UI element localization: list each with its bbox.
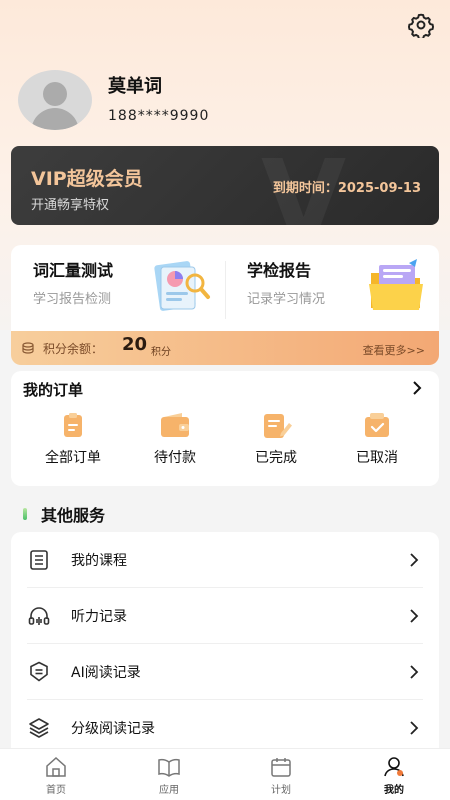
profile-section[interactable]: 莫单词 188****9990 — [18, 70, 209, 130]
bottom-tab-bar: 首页 应用 计划 我的 — [0, 748, 450, 800]
ai-reading-icon — [30, 661, 48, 682]
profile-icon — [384, 757, 404, 777]
wallet-icon — [161, 413, 189, 437]
chevron-right-icon[interactable] — [411, 381, 423, 395]
order-all-label: 全部订单 — [45, 450, 101, 466]
points-more-link[interactable]: 查看更多>> — [363, 342, 425, 358]
points-bar[interactable]: 积分余额： 20 积分 查看更多>> — [11, 331, 439, 365]
vip-title: VIP超级会员 — [31, 168, 143, 190]
tab-mine[interactable]: 我的 — [354, 755, 434, 796]
tab-home[interactable]: 首页 — [16, 755, 96, 796]
vip-banner[interactable]: V VIP超级会员 开通畅享特权 到期时间：2025-09-13 — [11, 146, 439, 225]
profile-info: 莫单词 188****9990 — [108, 76, 209, 124]
service-label: AI阅读记录 — [71, 665, 141, 681]
feature-cards: 词汇量测试 学习报告检测 学检报告 记录学习情况 积分余额： 20 积分 查看更… — [11, 245, 439, 365]
points-value: 20 — [122, 334, 148, 355]
clipboard-icon — [64, 413, 82, 437]
points-label: 积分余额： — [43, 342, 104, 356]
user-phone: 188****9990 — [108, 108, 210, 124]
avatar[interactable] — [18, 70, 92, 130]
document-edit-icon — [264, 414, 292, 438]
chevron-right-icon — [410, 665, 419, 679]
box-check-icon — [365, 413, 389, 437]
tab-apps[interactable]: 应用 — [129, 755, 209, 796]
card-title: 学检报告 — [247, 261, 312, 280]
services-title: 其他服务 — [41, 506, 106, 525]
order-all-button[interactable]: 全部订单 — [23, 411, 123, 481]
coins-icon — [22, 342, 34, 354]
services-list: 我的课程 听力记录 AI阅读记录 分级阅读记录 — [11, 532, 439, 752]
headphones-icon — [28, 607, 50, 625]
services-accent-bar — [23, 508, 27, 520]
tab-label: 我的 — [384, 785, 404, 796]
card-subtitle: 记录学习情况 — [247, 292, 326, 307]
folder-icon — [369, 259, 423, 310]
layers-icon — [29, 718, 49, 738]
points-unit: 积分 — [151, 347, 171, 358]
vip-expire: 到期时间：2025-09-13 — [273, 177, 421, 196]
service-label: 听力记录 — [71, 609, 127, 625]
order-completed-button[interactable]: 已完成 — [226, 411, 326, 481]
card-title: 词汇量测试 — [33, 261, 114, 280]
card-subtitle: 学习报告检测 — [33, 292, 112, 307]
order-cancelled-label: 已取消 — [356, 450, 398, 466]
tab-label: 首页 — [46, 785, 66, 796]
chevron-right-icon — [410, 553, 419, 567]
service-label: 我的课程 — [71, 553, 127, 569]
service-item-my-courses[interactable]: 我的课程 — [11, 532, 439, 588]
vip-expire-label: 到期时间： — [272, 181, 338, 196]
services-header: 其他服务 — [23, 502, 105, 526]
avatar-body — [31, 108, 79, 130]
book-icon — [158, 758, 180, 777]
order-pending-label: 待付款 — [154, 450, 196, 466]
order-cancelled-button[interactable]: 已取消 — [327, 411, 427, 481]
vip-expire-date: 2025-09-13 — [337, 181, 421, 196]
vip-subtitle: 开通畅享特权 — [31, 198, 110, 213]
order-completed-label: 已完成 — [255, 450, 297, 466]
order-pending-payment-button[interactable]: 待付款 — [125, 411, 225, 481]
vocabulary-test-card[interactable]: 词汇量测试 学习报告检测 — [11, 245, 225, 331]
calendar-icon — [271, 758, 291, 777]
chevron-right-icon — [410, 609, 419, 623]
home-icon — [46, 756, 66, 777]
service-item-ai-reading-records[interactable]: AI阅读记录 — [11, 644, 439, 700]
avatar-head — [43, 82, 67, 106]
orders-title: 我的订单 — [23, 381, 84, 399]
service-item-listening-records[interactable]: 听力记录 — [11, 588, 439, 644]
service-item-graded-reading-records[interactable]: 分级阅读记录 — [11, 700, 439, 752]
orders-section: 我的订单 全部订单 待付款 已完成 已取消 — [11, 371, 439, 486]
tab-label: 计划 — [271, 785, 291, 796]
user-name: 莫单词 — [108, 76, 162, 97]
report-chart-icon — [154, 261, 210, 311]
chevron-right-icon — [410, 721, 419, 735]
service-label: 分级阅读记录 — [71, 721, 155, 737]
study-report-card[interactable]: 学检报告 记录学习情况 — [225, 245, 439, 331]
tab-label: 应用 — [159, 785, 179, 796]
tab-plan[interactable]: 计划 — [241, 755, 321, 796]
gear-icon[interactable] — [408, 12, 434, 38]
course-icon — [30, 550, 48, 570]
